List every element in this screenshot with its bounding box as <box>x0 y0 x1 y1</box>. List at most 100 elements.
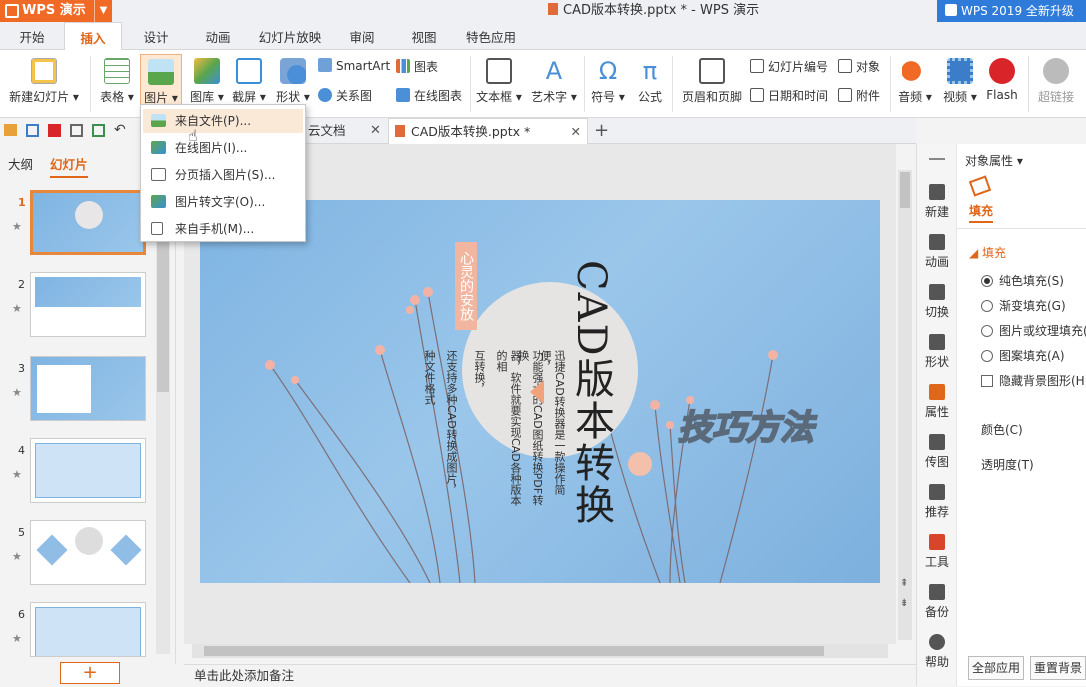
sidebar-tools[interactable]: 工具 <box>917 534 957 570</box>
slide-thumbnail-1[interactable] <box>30 190 146 255</box>
notes-bar[interactable]: 单击此处添加备注 <box>184 664 916 686</box>
slide-thumbnail-3[interactable] <box>30 356 146 421</box>
chevron-down-icon[interactable]: ▼ <box>94 0 112 22</box>
slide-text-col-6[interactable]: 种文件格式 <box>422 350 436 510</box>
radio-unchecked[interactable] <box>981 300 993 312</box>
slide-thumbnail-4[interactable] <box>30 438 146 503</box>
radio-unchecked[interactable] <box>981 325 993 337</box>
wordart-button[interactable]: A 艺术字 ▾ <box>528 58 580 105</box>
sidebar-properties[interactable]: 属性 <box>917 384 957 420</box>
close-cloud-tab-icon[interactable]: ✕ <box>370 118 381 144</box>
star-icon[interactable]: ★ <box>12 302 22 315</box>
tab-insert[interactable]: 插入 <box>64 22 122 51</box>
save-icon[interactable] <box>26 124 39 137</box>
chart-button[interactable]: 图表 <box>396 58 438 75</box>
menu-item-online-picture[interactable]: 在线图片(I)... <box>143 136 303 160</box>
object-button[interactable]: 对象 <box>838 58 880 75</box>
slide-canvas[interactable]: 心灵的安放 CAD版本转换 迅捷CAD转换器是一款操作简便， 功能强大的CAD图… <box>200 200 880 583</box>
star-icon[interactable]: ★ <box>12 632 22 645</box>
relation-button[interactable]: 关系图 <box>318 87 372 104</box>
add-slide-button[interactable]: + <box>60 662 120 684</box>
undo-icon[interactable]: ↶ <box>114 122 126 138</box>
formula-button[interactable]: π 公式 <box>630 58 670 105</box>
sidebar-help[interactable]: 帮助 <box>917 634 957 670</box>
triangle-shape[interactable] <box>530 380 544 404</box>
open-folder-icon[interactable] <box>4 124 17 136</box>
sidebar-transition[interactable]: 切换 <box>917 284 957 320</box>
hide-background-option[interactable]: 隐藏背景图形(H) <box>981 372 1086 389</box>
picture-fill-option[interactable]: 图片或纹理填充( <box>981 322 1086 339</box>
add-tab-icon[interactable]: + <box>594 118 609 144</box>
properties-header[interactable]: 对象属性 ▾ <box>965 152 1023 169</box>
textbox-button[interactable]: 文本框 ▾ <box>474 58 524 105</box>
hyperlink-button[interactable]: 超链接 <box>1034 58 1078 105</box>
radio-checked[interactable] <box>981 275 993 287</box>
accent-dot[interactable] <box>628 452 652 476</box>
smartart-button[interactable]: SmartArt <box>318 58 390 73</box>
sidebar-animation[interactable]: 动画 <box>917 234 957 270</box>
prev-slide-icon[interactable]: ⇞ <box>900 578 908 589</box>
print-preview-icon[interactable] <box>92 124 105 137</box>
table-button[interactable]: 表格 ▾ <box>96 58 138 105</box>
slide-vertical-title[interactable]: CAD版本转换 <box>562 260 620 526</box>
gallery-button[interactable]: 图库 ▾ <box>186 58 228 105</box>
slide-text-col-3[interactable]: 器，软件就要实现CAD各种版本的相 <box>494 350 522 510</box>
new-slide-button[interactable]: 新建幻灯片 ▾ <box>4 58 84 105</box>
print-icon[interactable] <box>70 124 83 137</box>
reset-background-button[interactable]: 重置背景 <box>1030 656 1086 680</box>
symbol-button[interactable]: Ω 符号 ▾ <box>588 58 628 105</box>
star-icon[interactable]: ★ <box>12 550 22 563</box>
slide-number-button[interactable]: 幻灯片编号 <box>750 58 828 75</box>
tab-view[interactable]: 视图 <box>398 22 450 50</box>
shapes-button[interactable]: 形状 ▾ <box>272 58 314 105</box>
outline-tab[interactable]: 大纲 <box>8 154 33 173</box>
next-slide-icon[interactable]: ⇟ <box>900 598 908 609</box>
flash-button[interactable]: Flash <box>984 58 1020 102</box>
upgrade-button[interactable]: WPS 2019 全新升级 <box>937 0 1086 22</box>
tab-current-document[interactable]: CAD版本转换.pptx * ✕ <box>388 118 588 144</box>
picture-button[interactable]: 图片 ▾ <box>140 54 182 106</box>
tab-design[interactable]: 设计 <box>130 22 182 50</box>
star-icon[interactable]: ★ <box>12 220 22 233</box>
collapse-handle[interactable] <box>929 158 945 160</box>
vertical-scrollbar[interactable] <box>898 170 912 640</box>
tab-start[interactable]: 开始 <box>8 22 56 50</box>
gradient-fill-option[interactable]: 渐变填充(G) <box>981 297 1066 314</box>
sidebar-shapes[interactable]: 形状 <box>917 334 957 370</box>
slide-text-col-5[interactable]: 还支持多种CAD转换成图片， <box>444 350 458 510</box>
menu-item-paged-insert[interactable]: 分页插入图片(S)... <box>143 163 303 187</box>
export-pdf-icon[interactable] <box>48 124 61 137</box>
slides-tab[interactable]: 幻灯片 <box>50 154 88 178</box>
tab-special[interactable]: 特色应用 <box>458 22 524 50</box>
screenshot-button[interactable]: 截屏 ▾ <box>228 58 270 105</box>
star-icon[interactable]: ★ <box>12 468 22 481</box>
sidebar-upload-image[interactable]: 传图 <box>917 434 957 470</box>
fill-tab[interactable]: 填充 <box>969 202 994 223</box>
menu-item-picture-to-text[interactable]: 图片转文字(O)... <box>143 190 303 214</box>
slide-thumbnail-2[interactable] <box>30 272 146 337</box>
pattern-fill-option[interactable]: 图案填充(A) <box>981 347 1065 364</box>
checkbox[interactable] <box>981 375 993 387</box>
video-button[interactable]: 视频 ▾ <box>938 58 982 105</box>
slide-thumbnail-6[interactable] <box>30 602 146 657</box>
tab-cloud-docs[interactable]: 云文档 <box>308 118 346 144</box>
attachment-button[interactable]: 附件 <box>838 87 880 104</box>
star-icon[interactable]: ★ <box>12 386 22 399</box>
slide-text-col-4[interactable]: 互转换， <box>472 350 486 510</box>
fill-section-header[interactable]: ◢ 填充 <box>969 244 1006 261</box>
menu-item-from-file[interactable]: 来自文件(P)... <box>143 109 303 133</box>
tab-review[interactable]: 审阅 <box>336 22 388 50</box>
apply-all-button[interactable]: 全部应用 <box>968 656 1024 680</box>
radio-unchecked[interactable] <box>981 350 993 362</box>
audio-button[interactable]: 音频 ▾ <box>894 58 936 105</box>
solid-fill-option[interactable]: 纯色填充(S) <box>981 272 1064 289</box>
wps-menu-button[interactable]: WPS 演示 ▼ <box>0 0 112 22</box>
slide-badge[interactable]: 心灵的安放 <box>455 242 477 330</box>
sidebar-backup[interactable]: 备份 <box>917 584 957 620</box>
sidebar-recommend[interactable]: 推荐 <box>917 484 957 520</box>
sidebar-new[interactable]: 新建 <box>917 184 957 220</box>
vertical-scrollbar-thumb[interactable] <box>900 172 910 208</box>
slide-thumbnail-5[interactable] <box>30 520 146 585</box>
menu-item-from-phone[interactable]: 来自手机(M)... <box>143 217 303 241</box>
horizontal-scrollbar-thumb[interactable] <box>204 646 824 656</box>
